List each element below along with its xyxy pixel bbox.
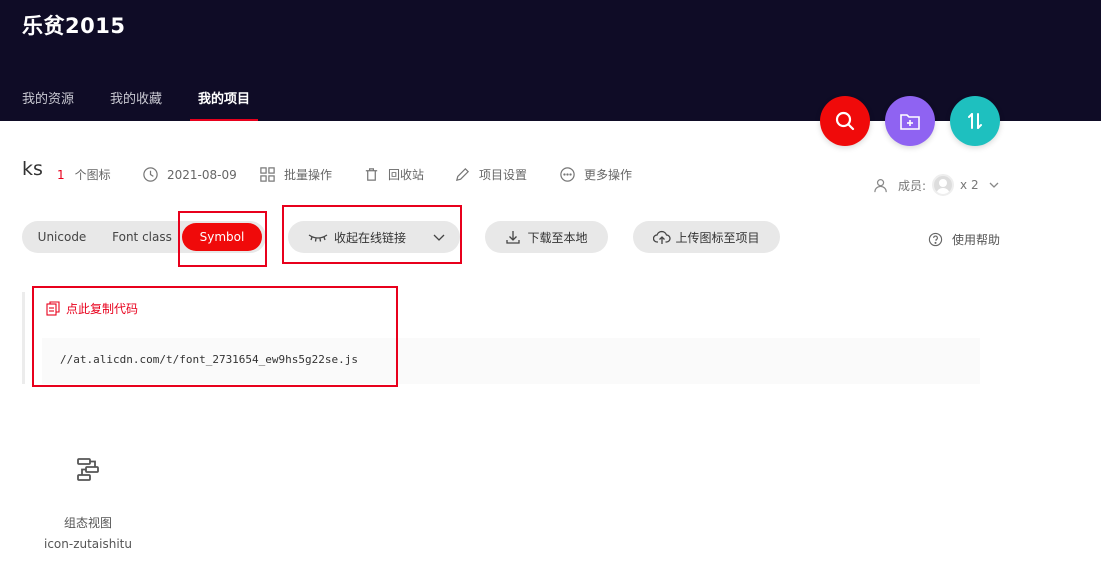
folder-plus-icon — [900, 114, 920, 130]
pencil-icon — [455, 167, 470, 182]
icon-code: icon-zutaishitu — [43, 537, 132, 551]
batch-label: 批量操作 — [284, 168, 333, 182]
more-label: 更多操作 — [584, 168, 633, 182]
annotation-box-collapse-link — [282, 205, 462, 264]
members-dropdown[interactable]: 成员: x 2 — [873, 174, 1001, 196]
user-icon — [874, 178, 887, 192]
icon-count-info: 1 个图标 — [57, 166, 111, 183]
download-label: 下载至本地 — [527, 230, 588, 245]
icon-count-unit: 个图标 — [74, 168, 111, 182]
help-label: 使用帮助 — [952, 233, 1001, 247]
search-icon — [835, 111, 855, 131]
grid-icon — [260, 167, 275, 182]
nav-my-favorites[interactable]: 我的收藏 — [110, 88, 162, 121]
more-operations-button[interactable]: 更多操作 — [559, 166, 632, 183]
nav-my-projects[interactable]: 我的项目 — [190, 88, 259, 121]
search-button[interactable] — [820, 96, 870, 146]
top-header: 乐贫2015 我的资源 我的收藏 我的项目 — [0, 0, 1101, 121]
recycle-bin-button[interactable]: 回收站 — [363, 166, 424, 183]
recycle-label: 回收站 — [388, 168, 425, 182]
download-button[interactable]: 下载至本地 — [485, 221, 608, 253]
clock-icon — [143, 167, 158, 182]
tab-font-class[interactable]: Font class — [106, 221, 178, 253]
main-nav: 我的资源 我的收藏 我的项目 — [22, 88, 286, 121]
date-text: 2021-08-09 — [167, 167, 237, 182]
icon-count-value: 1 — [57, 167, 65, 182]
flow-diagram-icon — [77, 458, 99, 481]
project-date: 2021-08-09 — [142, 166, 237, 183]
upload-icons-button[interactable]: 上传图标至项目 — [633, 221, 780, 253]
brand-title: 乐贫2015 — [22, 14, 126, 38]
question-circle-icon — [928, 232, 943, 247]
tab-unicode[interactable]: Unicode — [30, 221, 94, 253]
trash-icon — [365, 168, 378, 181]
sort-icon — [968, 113, 982, 129]
add-folder-button[interactable] — [885, 96, 935, 146]
annotation-box-symbol — [178, 211, 267, 267]
icon-name: 组态视图 — [63, 516, 112, 530]
icon-card[interactable]: 组态视图 icon-zutaishitu — [38, 448, 138, 558]
project-name: ks — [22, 158, 43, 180]
members-count: x 2 — [960, 178, 979, 192]
cloud-upload-icon — [653, 230, 672, 244]
project-settings-button[interactable]: 项目设置 — [454, 166, 527, 183]
chevron-down-icon — [989, 182, 999, 188]
download-icon — [506, 231, 521, 244]
members-label: 成员: — [898, 178, 927, 193]
avatar — [932, 174, 955, 196]
batch-operation-button[interactable]: 批量操作 — [259, 166, 332, 183]
nav-my-resources[interactable]: 我的资源 — [22, 88, 74, 121]
settings-label: 项目设置 — [479, 168, 528, 182]
help-link[interactable]: 使用帮助 — [928, 231, 1000, 248]
sort-button[interactable] — [950, 96, 1000, 146]
more-icon — [560, 167, 575, 182]
upload-label: 上传图标至项目 — [675, 230, 760, 245]
annotation-box-code — [32, 286, 398, 387]
